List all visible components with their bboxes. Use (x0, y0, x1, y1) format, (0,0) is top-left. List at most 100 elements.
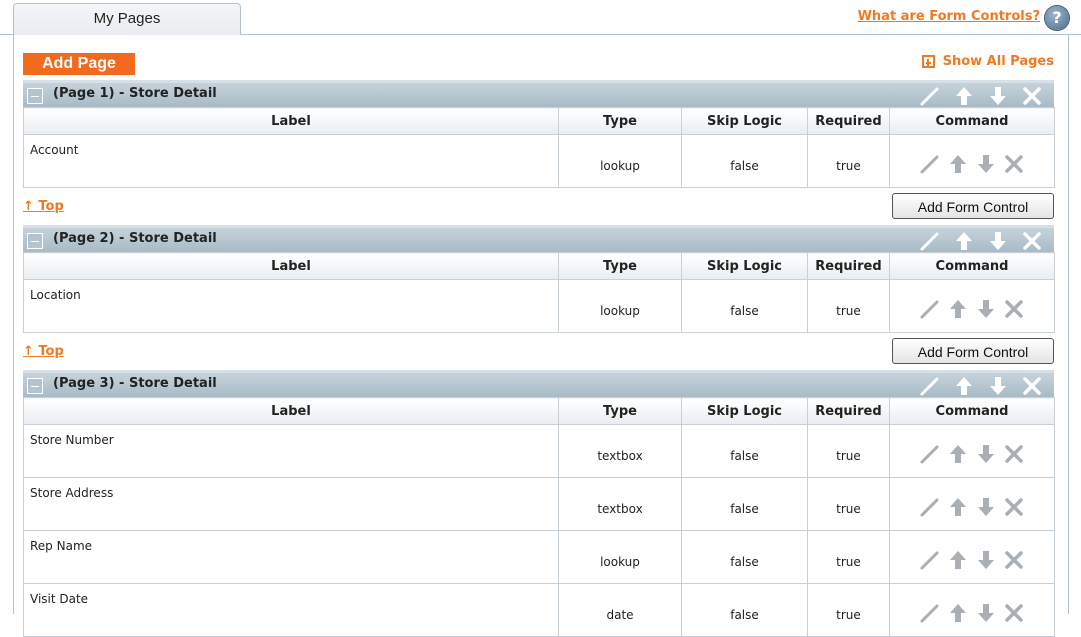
arrow-up-icon[interactable] (952, 375, 976, 397)
table-header-row: Label Type Skip Logic Required Command (23, 107, 1055, 135)
table-row: Location lookup false true (23, 279, 1055, 333)
arrow-up-icon[interactable] (952, 85, 976, 107)
table-row: Store Address textbox false true (23, 477, 1055, 531)
column-header-type: Type (558, 397, 682, 425)
table-row: Rep Name lookup false true (23, 530, 1055, 584)
form-controls-table: Label Type Skip Logic Required Command L… (23, 252, 1055, 333)
page-header: (Page 3) - Store Detail (23, 370, 1054, 397)
delete-icon[interactable] (1002, 549, 1026, 571)
table-header-row: Label Type Skip Logic Required Command (23, 252, 1055, 280)
page-title: (Page 1) - Store Detail (53, 86, 217, 101)
help-icon[interactable]: ? (1045, 6, 1069, 30)
arrow-up-icon[interactable] (946, 549, 970, 571)
arrow-up-icon[interactable] (946, 602, 970, 624)
edit-icon[interactable] (918, 496, 942, 518)
column-header-type: Type (558, 107, 682, 135)
cell-required: true (807, 530, 890, 584)
top-link[interactable]: ↑ Top (23, 199, 64, 214)
arrow-up-icon[interactable] (946, 153, 970, 175)
arrow-down-icon[interactable] (986, 230, 1010, 252)
arrow-up-icon[interactable] (946, 298, 970, 320)
delete-icon[interactable] (1002, 153, 1026, 175)
delete-icon[interactable] (1020, 375, 1044, 397)
column-header-command: Command (889, 397, 1055, 425)
cell-type: lookup (558, 530, 682, 584)
edit-icon[interactable] (918, 375, 942, 397)
page-commands (918, 375, 1044, 397)
cell-required: true (807, 279, 890, 333)
delete-icon[interactable] (1002, 496, 1026, 518)
show-all-pages-label: Show All Pages (942, 54, 1054, 69)
cell-required: true (807, 134, 890, 188)
arrow-up-icon[interactable] (946, 496, 970, 518)
cell-skip-logic: false (681, 424, 808, 478)
column-header-type: Type (558, 252, 682, 280)
edit-icon[interactable] (918, 153, 942, 175)
page-title: (Page 2) - Store Detail (53, 231, 217, 246)
page-section: (Page 3) - Store Detail Label Type Skip … (23, 370, 1055, 637)
page-title: (Page 3) - Store Detail (53, 376, 217, 391)
arrow-down-icon[interactable] (974, 153, 998, 175)
delete-icon[interactable] (1020, 85, 1044, 107)
cell-command (889, 279, 1055, 333)
cell-command (889, 477, 1055, 531)
form-controls-help-link[interactable]: What are Form Controls? (858, 9, 1040, 24)
cell-required: true (807, 424, 890, 478)
add-page-button[interactable]: Add Page (23, 53, 135, 75)
column-header-label: Label (23, 397, 559, 425)
edit-icon[interactable] (918, 602, 942, 624)
delete-icon[interactable] (1002, 443, 1026, 465)
cell-required: true (807, 583, 890, 637)
edit-icon[interactable] (918, 298, 942, 320)
tab-divider (0, 34, 13, 35)
tab-my-pages[interactable]: My Pages (13, 3, 241, 35)
page-section: (Page 2) - Store Detail Label Type Skip … (23, 225, 1055, 371)
collapse-icon[interactable] (27, 378, 43, 394)
delete-icon[interactable] (1002, 298, 1026, 320)
arrow-down-icon[interactable] (974, 549, 998, 571)
cell-type: lookup (558, 279, 682, 333)
cell-command (889, 583, 1055, 637)
arrow-down-icon[interactable] (974, 298, 998, 320)
edit-icon[interactable] (918, 230, 942, 252)
cell-skip-logic: false (681, 477, 808, 531)
page-footer: ↑ Top Add Form Control (23, 188, 1054, 226)
delete-icon[interactable] (1020, 230, 1044, 252)
column-header-required: Required (807, 252, 890, 280)
page-header: (Page 2) - Store Detail (23, 225, 1054, 252)
arrow-up-icon[interactable] (946, 443, 970, 465)
cell-required: true (807, 477, 890, 531)
cell-skip-logic: false (681, 583, 808, 637)
cell-type: date (558, 583, 682, 637)
cell-label: Store Address (23, 477, 559, 531)
cell-label: Account (23, 134, 559, 188)
collapse-icon[interactable] (27, 88, 43, 104)
delete-icon[interactable] (1002, 602, 1026, 624)
column-header-command: Command (889, 107, 1055, 135)
column-header-required: Required (807, 397, 890, 425)
edit-icon[interactable] (918, 85, 942, 107)
form-controls-table: Label Type Skip Logic Required Command A… (23, 107, 1055, 188)
cell-skip-logic: false (681, 134, 808, 188)
cell-label: Visit Date (23, 583, 559, 637)
top-link[interactable]: ↑ Top (23, 344, 64, 359)
arrow-down-icon[interactable] (986, 375, 1010, 397)
add-form-control-button[interactable]: Add Form Control (892, 193, 1054, 219)
page-commands (918, 230, 1044, 252)
column-header-required: Required (807, 107, 890, 135)
edit-icon[interactable] (918, 443, 942, 465)
column-header-skip-logic: Skip Logic (681, 252, 808, 280)
add-form-control-button[interactable]: Add Form Control (892, 338, 1054, 364)
arrow-down-icon[interactable] (974, 602, 998, 624)
collapse-icon[interactable] (27, 233, 43, 249)
cell-type: textbox (558, 424, 682, 478)
arrow-up-icon[interactable] (952, 230, 976, 252)
arrow-down-icon[interactable] (974, 496, 998, 518)
column-header-skip-logic: Skip Logic (681, 107, 808, 135)
arrow-down-icon[interactable] (974, 443, 998, 465)
show-all-pages-link[interactable]: Show All Pages (921, 54, 1054, 69)
table-row: Store Number textbox false true (23, 424, 1055, 478)
table-row: Account lookup false true (23, 134, 1055, 188)
arrow-down-icon[interactable] (986, 85, 1010, 107)
edit-icon[interactable] (918, 549, 942, 571)
